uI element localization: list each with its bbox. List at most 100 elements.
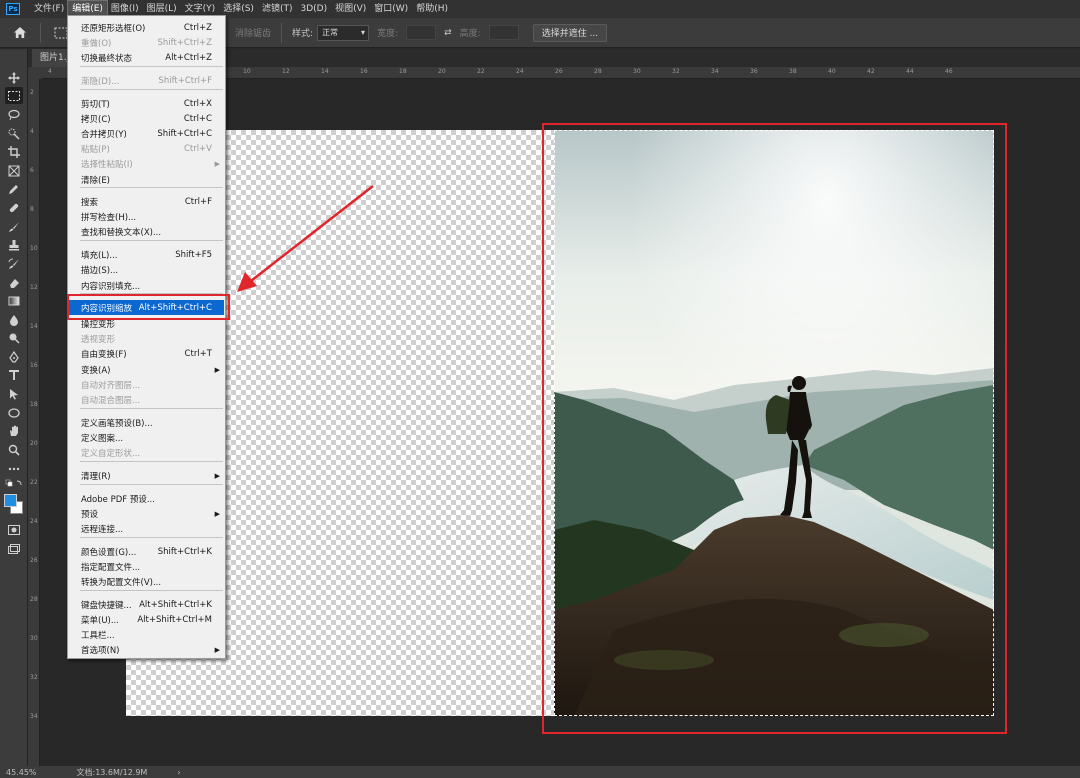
- edit-menu-item[interactable]: 搜索 Ctrl+F: [69, 194, 224, 209]
- edit-menu-item[interactable]: 定义图案...: [69, 430, 224, 445]
- type-tool-icon[interactable]: [5, 366, 23, 383]
- edit-menu-item-label: 转换为配置文件(V)...: [81, 577, 162, 588]
- menu-view[interactable]: 视图(V): [331, 1, 370, 17]
- edit-menu-item-label: 定义画笔预设(B)...: [81, 418, 153, 429]
- edit-menu-item[interactable]: 自由变换(F) Ctrl+T: [69, 346, 224, 361]
- width-field[interactable]: [406, 25, 437, 40]
- eyedropper-tool-icon[interactable]: [5, 180, 23, 197]
- pen-tool-icon[interactable]: [5, 348, 23, 365]
- edit-menu-item-label: 清理(R): [81, 471, 111, 482]
- dodge-tool-icon[interactable]: [5, 329, 23, 346]
- ruler-tick-label: 20: [438, 68, 446, 75]
- edit-menu-item-shortcut: Alt+Shift+Ctrl+K: [139, 599, 212, 610]
- edit-menu-item[interactable]: 指定配置文件...: [69, 559, 224, 574]
- crop-tool-icon[interactable]: [5, 143, 23, 160]
- edit-menu-item[interactable]: 填充(L)... Shift+F5: [69, 247, 224, 262]
- edit-menu-item-shortcut: Shift+F5: [175, 249, 212, 260]
- status-expand-arrow-icon[interactable]: ›: [177, 768, 180, 777]
- ruler-tick-label: 22: [477, 68, 485, 75]
- brush-tool-icon[interactable]: [5, 218, 23, 235]
- height-field[interactable]: [488, 25, 519, 40]
- home-icon[interactable]: [6, 20, 34, 46]
- edit-menu-item: 渐隐(D)... Shift+Ctrl+F: [69, 73, 224, 88]
- ruler-tick-label: 32: [30, 674, 38, 681]
- edit-menu-item[interactable]: 工具栏...: [69, 627, 224, 642]
- hand-tool-icon[interactable]: [5, 422, 23, 439]
- swap-dimensions-icon[interactable]: ⇄: [444, 28, 452, 38]
- status-bar: 45.45% 文档:13.6M/12.9M ›: [0, 766, 1080, 778]
- edit-menu-item[interactable]: 远程连接...: [69, 521, 224, 536]
- edit-menu-item[interactable]: Adobe PDF 预设...: [69, 491, 224, 506]
- edit-menu-item[interactable]: 清除(E): [69, 172, 224, 187]
- screen-mode-icon[interactable]: [5, 540, 23, 557]
- edit-menu-item-shortcut: Shift+Ctrl+Z: [157, 37, 212, 48]
- edit-menu-item[interactable]: 键盘快捷键... Alt+Shift+Ctrl+K: [69, 597, 224, 612]
- edit-menu-item[interactable]: 清理(R) ▶: [69, 468, 224, 483]
- edit-menu-item-label: 搜索: [81, 197, 99, 208]
- menu-window[interactable]: 窗口(W): [370, 1, 412, 17]
- edit-menu-item[interactable]: 首选项(N) ▶: [69, 642, 224, 657]
- edit-menu-item-label: 颜色设置(G)...: [81, 547, 137, 558]
- gradient-tool-icon[interactable]: [5, 292, 23, 309]
- edit-menu-item[interactable]: 切换最终状态 Alt+Ctrl+Z: [69, 50, 224, 65]
- clone-stamp-tool-icon[interactable]: [5, 236, 23, 253]
- rect-marquee-tool-icon[interactable]: [5, 87, 23, 104]
- edit-menu-item[interactable]: 还原矩形选框(O) Ctrl+Z: [69, 20, 224, 35]
- move-tool-icon[interactable]: [5, 69, 23, 86]
- edit-menu-item-label: 菜单(U)...: [81, 615, 119, 626]
- edit-menu-item[interactable]: 合并拷贝(Y) Shift+Ctrl+C: [69, 126, 224, 141]
- edit-menu-item[interactable]: 拷贝(C) Ctrl+C: [69, 111, 224, 126]
- more-tools-icon[interactable]: [5, 460, 23, 477]
- edit-menu-item: 重做(O) Shift+Ctrl+Z: [69, 35, 224, 50]
- edit-menu-item: 透视变形: [69, 331, 224, 346]
- zoom-tool-icon[interactable]: [5, 441, 23, 458]
- blur-tool-icon[interactable]: [5, 311, 23, 328]
- quick-mask-icon[interactable]: [5, 521, 23, 538]
- edit-menu-item[interactable]: 定义画笔预设(B)...: [69, 415, 224, 430]
- photoshop-logo-icon[interactable]: Ps: [6, 3, 20, 15]
- edit-menu-item[interactable]: 拼写检查(H)...: [69, 209, 224, 224]
- foreground-color-swatch[interactable]: [4, 494, 17, 507]
- edit-menu-item-label: 渐隐(D)...: [81, 76, 120, 87]
- edit-menu-item-label: 自动对齐图层...: [81, 380, 141, 391]
- style-select-value: 正常: [322, 28, 339, 37]
- vertical-ruler[interactable]: 2 4 6 8 10 12 14 16 18 20 22 24 26 28 30 32 34: [28, 79, 40, 767]
- menu-file[interactable]: 文件(F): [30, 1, 68, 17]
- submenu-arrow-icon: ▶: [214, 509, 220, 518]
- default-colors-icon[interactable]: [5, 479, 23, 489]
- ruler-tick-label: 4: [30, 128, 34, 135]
- menu-filter[interactable]: 滤镜(T): [258, 1, 297, 17]
- ruler-tick-label: 20: [30, 440, 38, 447]
- ruler-origin[interactable]: [28, 67, 42, 79]
- edit-menu-item[interactable]: 查找和替换文本(X)...: [69, 224, 224, 239]
- quick-selection-tool-icon[interactable]: [5, 125, 23, 142]
- edit-menu-item-label: 透视变形: [81, 334, 116, 345]
- healing-brush-tool-icon[interactable]: [5, 199, 23, 216]
- edit-menu-item[interactable]: 内容识别填充...: [69, 278, 224, 293]
- eraser-tool-icon[interactable]: [5, 274, 23, 291]
- style-select[interactable]: 正常 ▾: [317, 24, 370, 41]
- edit-menu-item-label: 查找和替换文本(X)...: [81, 227, 162, 238]
- history-brush-tool-icon[interactable]: [5, 255, 23, 272]
- edit-menu-item-shortcut: Ctrl+T: [184, 348, 212, 359]
- zoom-level[interactable]: 45.45%: [6, 768, 37, 777]
- menu-help[interactable]: 帮助(H): [412, 1, 452, 17]
- edit-menu-item-label: 自由变换(F): [81, 349, 127, 360]
- select-and-mask-button[interactable]: 选择并遮住 ...: [532, 23, 608, 42]
- document-info: 文档:13.6M/12.9M: [76, 767, 148, 777]
- edit-menu-item-shortcut: Ctrl+C: [183, 113, 212, 124]
- path-selection-tool-icon[interactable]: [5, 385, 23, 402]
- edit-menu-item[interactable]: 转换为配置文件(V)...: [69, 574, 224, 589]
- edit-menu-item-label: 合并拷贝(Y): [81, 129, 127, 140]
- edit-menu-item[interactable]: 变换(A) ▶: [69, 362, 224, 377]
- edit-menu-item[interactable]: 菜单(U)... Alt+Shift+Ctrl+M: [69, 612, 224, 627]
- edit-menu-item[interactable]: 剪切(T) Ctrl+X: [69, 96, 224, 111]
- menu-3d[interactable]: 3D(D): [296, 1, 331, 17]
- ellipse-tool-icon[interactable]: [5, 404, 23, 421]
- edit-menu-item[interactable]: 描边(S)...: [69, 262, 224, 277]
- frame-tool-icon[interactable]: [5, 162, 23, 179]
- ruler-tick-label: 16: [30, 362, 38, 369]
- edit-menu-item[interactable]: 颜色设置(G)... Shift+Ctrl+K: [69, 544, 224, 559]
- edit-menu-item[interactable]: 预设 ▶: [69, 506, 224, 521]
- lasso-tool-icon[interactable]: [5, 106, 23, 123]
